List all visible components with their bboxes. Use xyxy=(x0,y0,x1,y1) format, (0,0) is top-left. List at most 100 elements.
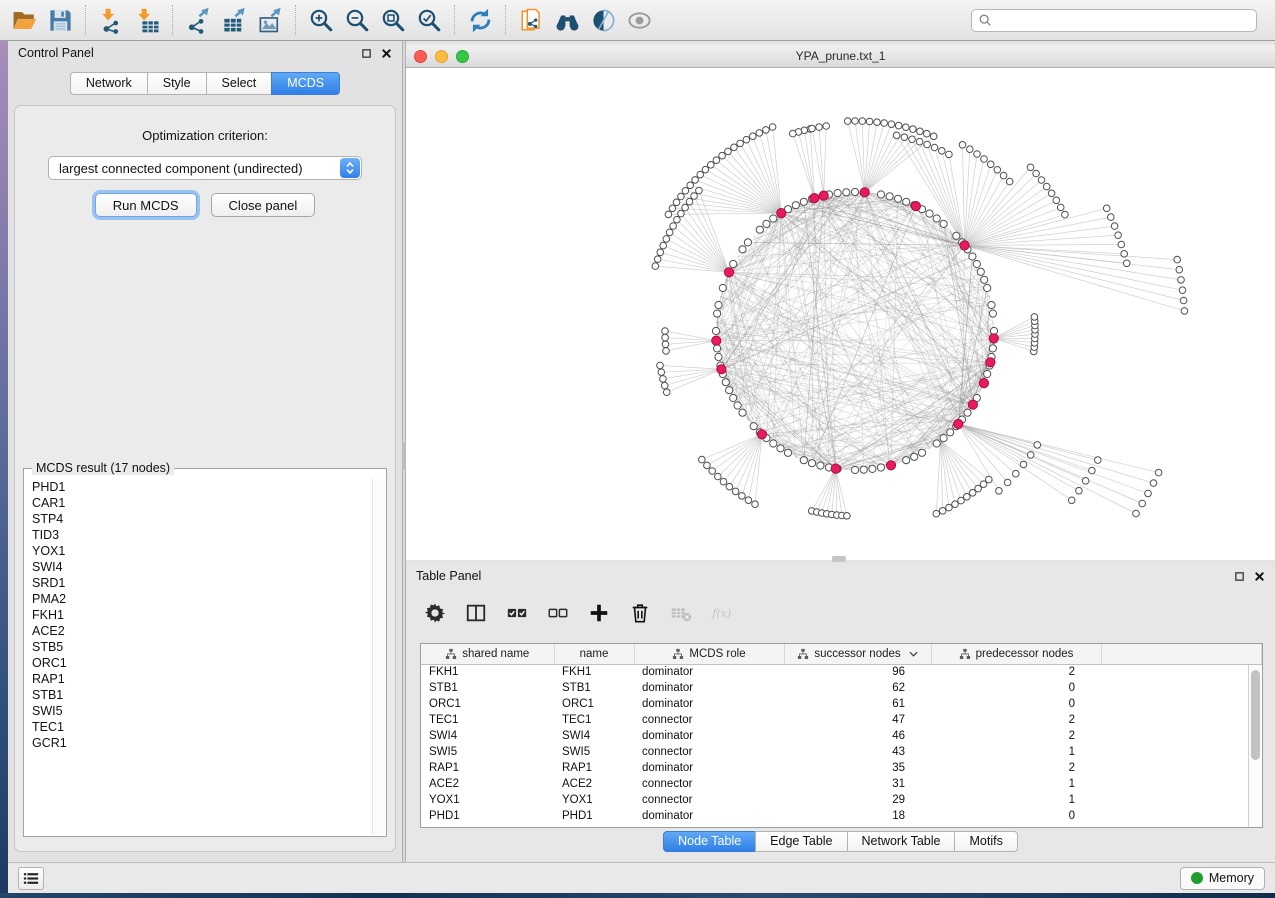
leaf-node[interactable] xyxy=(939,508,946,515)
leaf-node[interactable] xyxy=(893,132,900,139)
ring-node[interactable] xyxy=(877,191,884,198)
leaf-node[interactable] xyxy=(663,236,670,243)
ring-node[interactable] xyxy=(903,457,910,464)
leaf-node[interactable] xyxy=(678,210,685,217)
leaf-node[interactable] xyxy=(967,146,974,153)
leaf-node[interactable] xyxy=(654,256,661,263)
close-window-icon[interactable] xyxy=(414,50,427,63)
ring-node[interactable] xyxy=(981,276,988,283)
leaf-node[interactable] xyxy=(844,513,851,520)
table-row[interactable]: ACE2ACE2connector311 xyxy=(421,776,1262,792)
leaf-node[interactable] xyxy=(719,152,726,159)
mcds-hub-node[interactable] xyxy=(810,194,819,203)
leaf-node[interactable] xyxy=(1115,232,1122,239)
tab-node-table[interactable]: Node Table xyxy=(663,831,756,852)
ring-node[interactable] xyxy=(964,409,971,416)
leaf-node[interactable] xyxy=(1034,442,1041,449)
leaf-node[interactable] xyxy=(1027,164,1034,171)
ring-node[interactable] xyxy=(800,198,807,205)
mcds-result-item[interactable]: ACE2 xyxy=(25,623,372,639)
ring-node[interactable] xyxy=(843,189,850,196)
leaf-node[interactable] xyxy=(1118,241,1125,248)
leaf-node[interactable] xyxy=(994,167,1001,174)
leaf-node[interactable] xyxy=(743,136,750,143)
leaf-node[interactable] xyxy=(1095,457,1102,464)
leaf-node[interactable] xyxy=(663,389,670,396)
export-image-button[interactable] xyxy=(252,3,288,37)
ring-node[interactable] xyxy=(734,402,741,409)
mcds-hub-node[interactable] xyxy=(777,209,786,218)
ring-node[interactable] xyxy=(714,345,721,352)
mcds-result-item[interactable]: SRD1 xyxy=(25,575,372,591)
leaf-node[interactable] xyxy=(1145,490,1152,497)
leaf-node[interactable] xyxy=(816,124,823,131)
leaf-node[interactable] xyxy=(763,127,770,134)
leaf-node[interactable] xyxy=(682,188,689,195)
mcds-hub-node[interactable] xyxy=(960,241,969,250)
table-row[interactable]: FKH1FKH1dominator962 xyxy=(421,664,1262,680)
mcds-hub-node[interactable] xyxy=(757,430,766,439)
ring-node[interactable] xyxy=(808,460,815,467)
leaf-node[interactable] xyxy=(750,133,757,140)
mcds-hub-node[interactable] xyxy=(712,336,721,345)
mcds-result-item[interactable]: SWI5 xyxy=(25,703,372,719)
ring-node[interactable] xyxy=(933,440,940,447)
ring-node[interactable] xyxy=(973,260,980,267)
leaf-node[interactable] xyxy=(658,369,665,376)
ring-node[interactable] xyxy=(719,284,726,291)
leaf-node[interactable] xyxy=(1179,287,1186,294)
leaf-node[interactable] xyxy=(952,501,959,508)
tab-network[interactable]: Network xyxy=(70,72,148,95)
leaf-node[interactable] xyxy=(1053,197,1060,204)
leaf-node[interactable] xyxy=(726,483,733,490)
leaf-node[interactable] xyxy=(974,151,981,158)
table-row[interactable]: STB1STB1dominator620 xyxy=(421,680,1262,696)
leaf-node[interactable] xyxy=(652,263,659,270)
mcds-result-item[interactable]: SWI4 xyxy=(25,559,372,575)
leaf-node[interactable] xyxy=(1038,177,1045,184)
ring-node[interactable] xyxy=(722,379,729,386)
ring-node[interactable] xyxy=(730,260,737,267)
leaf-node[interactable] xyxy=(895,122,902,129)
ring-node[interactable] xyxy=(817,462,824,469)
mcds-hub-node[interactable] xyxy=(860,188,869,197)
zoom-fit-button[interactable] xyxy=(375,3,411,37)
leaf-node[interactable] xyxy=(745,497,752,504)
ring-node[interactable] xyxy=(940,220,947,227)
mcds-hub-node[interactable] xyxy=(954,419,963,428)
mcds-result-item[interactable]: FKH1 xyxy=(25,607,372,623)
leaf-node[interactable] xyxy=(1180,297,1187,304)
leaf-node[interactable] xyxy=(1043,183,1050,190)
mcds-hub-node[interactable] xyxy=(886,461,895,470)
leaf-node[interactable] xyxy=(933,510,940,517)
leaf-node[interactable] xyxy=(682,204,689,211)
ring-node[interactable] xyxy=(969,253,976,260)
leaf-node[interactable] xyxy=(981,156,988,163)
ring-node[interactable] xyxy=(851,466,858,473)
leaf-node[interactable] xyxy=(674,216,681,223)
find-button[interactable] xyxy=(549,3,585,37)
leaf-node[interactable] xyxy=(1062,211,1069,218)
leaf-node[interactable] xyxy=(697,171,704,178)
import-table-button[interactable] xyxy=(129,3,165,37)
leaf-node[interactable] xyxy=(930,133,937,140)
leaf-node[interactable] xyxy=(1076,487,1083,494)
ring-node[interactable] xyxy=(860,466,867,473)
leaf-node[interactable] xyxy=(752,501,759,508)
ring-node[interactable] xyxy=(926,210,933,217)
leaf-node[interactable] xyxy=(663,348,670,355)
ring-node[interactable] xyxy=(988,301,995,308)
leaf-node[interactable] xyxy=(844,118,851,125)
leaf-node[interactable] xyxy=(903,124,910,131)
leaf-node[interactable] xyxy=(1121,251,1128,258)
ring-node[interactable] xyxy=(984,284,991,291)
ring-node[interactable] xyxy=(989,345,996,352)
table-row[interactable]: ORC1ORC1dominator610 xyxy=(421,696,1262,712)
ring-node[interactable] xyxy=(744,239,751,246)
mcds-hub-node[interactable] xyxy=(911,202,920,211)
leaf-node[interactable] xyxy=(666,229,673,236)
leaf-node[interactable] xyxy=(657,249,664,256)
leaf-node[interactable] xyxy=(725,148,732,155)
leaf-node[interactable] xyxy=(881,120,888,127)
column-header-name[interactable]: name xyxy=(554,644,634,664)
